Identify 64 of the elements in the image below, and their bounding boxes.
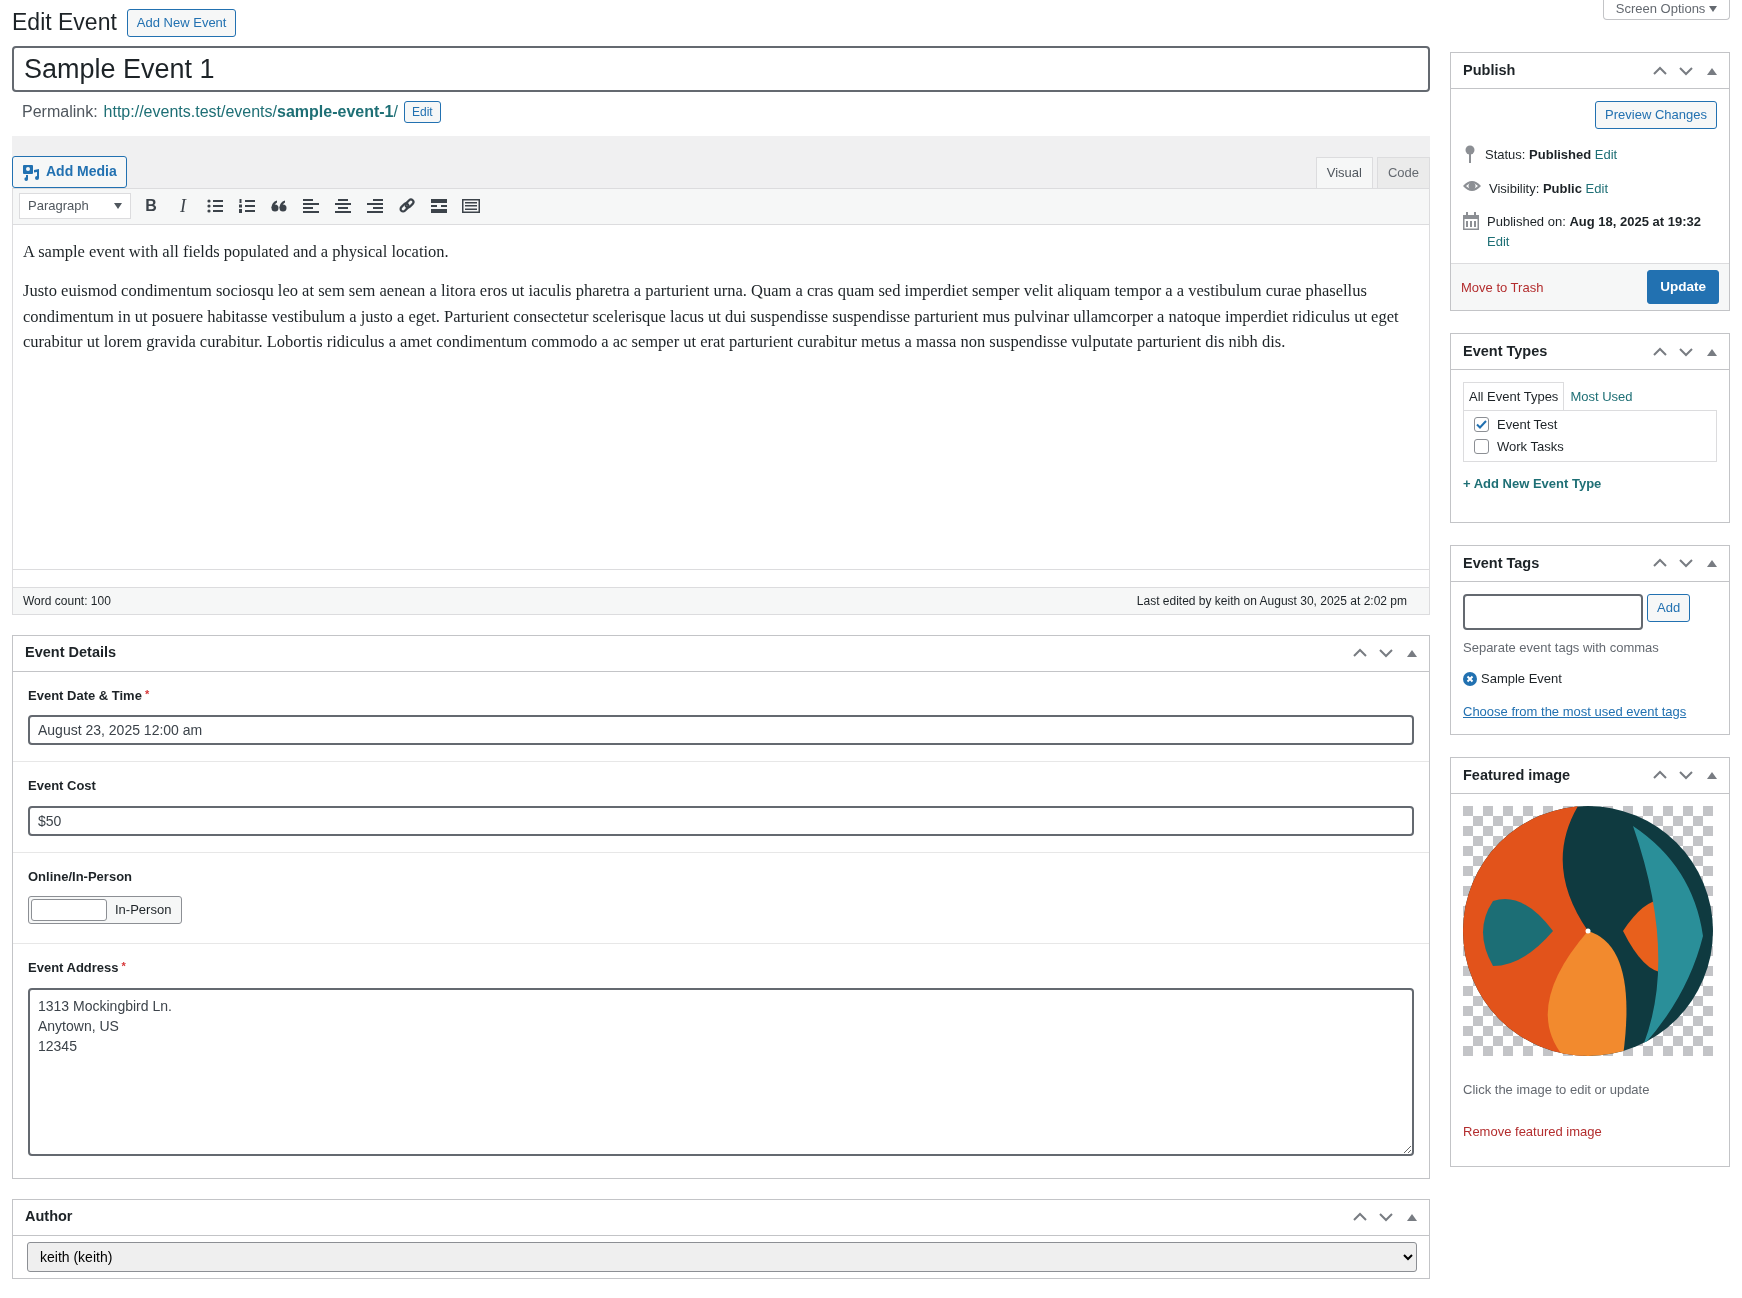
most-used-link[interactable]: Choose from the most used event tags — [1463, 703, 1687, 719]
edit-link[interactable]: Edit — [1487, 231, 1701, 252]
editor-tab[interactable]: Visual — [1315, 157, 1373, 188]
preview-button[interactable]: Preview Changes — [1595, 101, 1717, 130]
media-icon — [22, 162, 40, 181]
format-dropdown[interactable]: Paragraph — [19, 193, 131, 220]
word-count: Word count: 100 — [23, 592, 111, 610]
hint-text: Click the image to edit or update — [1463, 1080, 1651, 1099]
checkbox-label: Event Test — [1497, 416, 1558, 435]
box-title: Author — [25, 1208, 73, 1226]
tag-field[interactable] — [1463, 593, 1643, 630]
category-tab[interactable]: Most Used — [1564, 382, 1639, 411]
publish-info-text: Status: Published — [1485, 147, 1592, 163]
paragraph: A sample event with all fields populated and a physical location. — [23, 240, 450, 263]
publish-info-text: Visibility: Public — [1489, 180, 1582, 196]
bold-button[interactable]: B — [139, 194, 163, 219]
edit-link[interactable]: Edit — [1594, 147, 1618, 163]
page-title: Edit Event — [12, 9, 117, 37]
pin-icon — [1463, 145, 1477, 164]
update-button[interactable]: Update — [1647, 270, 1719, 305]
field-label: Event Date & Time — [28, 687, 142, 703]
paragraph: Justo euismod condimentum sociosqu leo at sem sem aenean a litora eros ut iaculis pharetra a parturient urna. Quam a cras quam sed imperdiet semper velit aliquam tempor a a vestibulum curae phasellus condimentum in ut posuere habitasse vestibulum a justo a eget. Parturient consectetur scelerisque lacus ut dui suspendisse suspendisse parturient mus pulvinar ullamcorper a natoque imperdiet ridiculus ut eget curabitur ut lorem gravida curabitur. Lobortis ridiculus a amet condimentum commodo a ac semper ut erat parturient curabitur metus a massa non suspendisse vulputate parturient dis nibh dis. — [23, 280, 1400, 354]
toggle-switch[interactable]: In-Person — [28, 896, 183, 925]
box-title: Event Details — [25, 644, 117, 662]
box-title: Event Tags — [1463, 554, 1540, 573]
screen-options-button[interactable]: Screen Options — [1602, 0, 1730, 20]
remove-image-link[interactable]: Remove featured image — [1463, 1124, 1602, 1140]
tag-label: Sample Event — [1481, 670, 1562, 689]
hint-text: Separate event tags with commas — [1463, 638, 1660, 657]
permalink-label: Permalink: — [22, 102, 98, 122]
add-new-button[interactable]: Add New Event — [126, 8, 237, 38]
field-label: Event Address — [28, 960, 119, 976]
field-label: Online/In-Person — [28, 868, 132, 884]
eye-icon — [1463, 178, 1481, 193]
last-edited-text: Last edited by keith on August 30, 2025 at 2:02 pm — [1136, 592, 1407, 610]
box-title: Event Types — [1463, 343, 1548, 361]
required-mark: * — [121, 960, 126, 973]
field-label: Event Cost — [28, 778, 96, 794]
checkbox-label: Work Tasks — [1497, 438, 1564, 457]
edit-button[interactable]: Edit — [403, 100, 441, 124]
box-title: Publish — [1463, 61, 1516, 80]
edit-link[interactable]: Edit — [1585, 180, 1608, 196]
caret-icon — [114, 203, 122, 210]
publish-info-text: Published on: Aug 18, 2025 at 19:32 — [1487, 214, 1701, 230]
add-media-button[interactable]: Add Media — [12, 156, 127, 188]
author-select[interactable]: keith (keith) — [27, 1241, 1417, 1272]
trash-link[interactable]: Move to Trash — [1461, 277, 1544, 298]
calendar-icon — [1463, 212, 1479, 231]
add-tag-button[interactable]: Add — [1647, 593, 1691, 623]
input-field[interactable]: August 23, 2025 12:00 am — [28, 715, 1414, 746]
add-type-link[interactable]: + Add New Event Type — [1463, 473, 1602, 494]
category-tab[interactable]: All Event Types — [1463, 382, 1565, 411]
address-field[interactable]: 1313 Mockingbird Ln. Anytown, US 12345 — [28, 987, 1414, 1156]
checkbox[interactable] — [1474, 439, 1489, 455]
title-field[interactable]: Sample Event 1 — [12, 46, 1430, 92]
checkbox[interactable] — [1474, 417, 1489, 433]
caret-icon — [1709, 6, 1717, 13]
editor-tab[interactable]: Code — [1376, 157, 1430, 188]
required-mark: * — [144, 687, 150, 700]
remove-icon[interactable] — [1463, 672, 1477, 687]
input-field[interactable]: $50 — [28, 805, 1414, 836]
italic-button[interactable]: I — [171, 194, 195, 219]
permalink-link[interactable]: http://events.test/events/sample-event-1/ — [103, 100, 398, 124]
box-title: Featured image — [1463, 766, 1571, 785]
